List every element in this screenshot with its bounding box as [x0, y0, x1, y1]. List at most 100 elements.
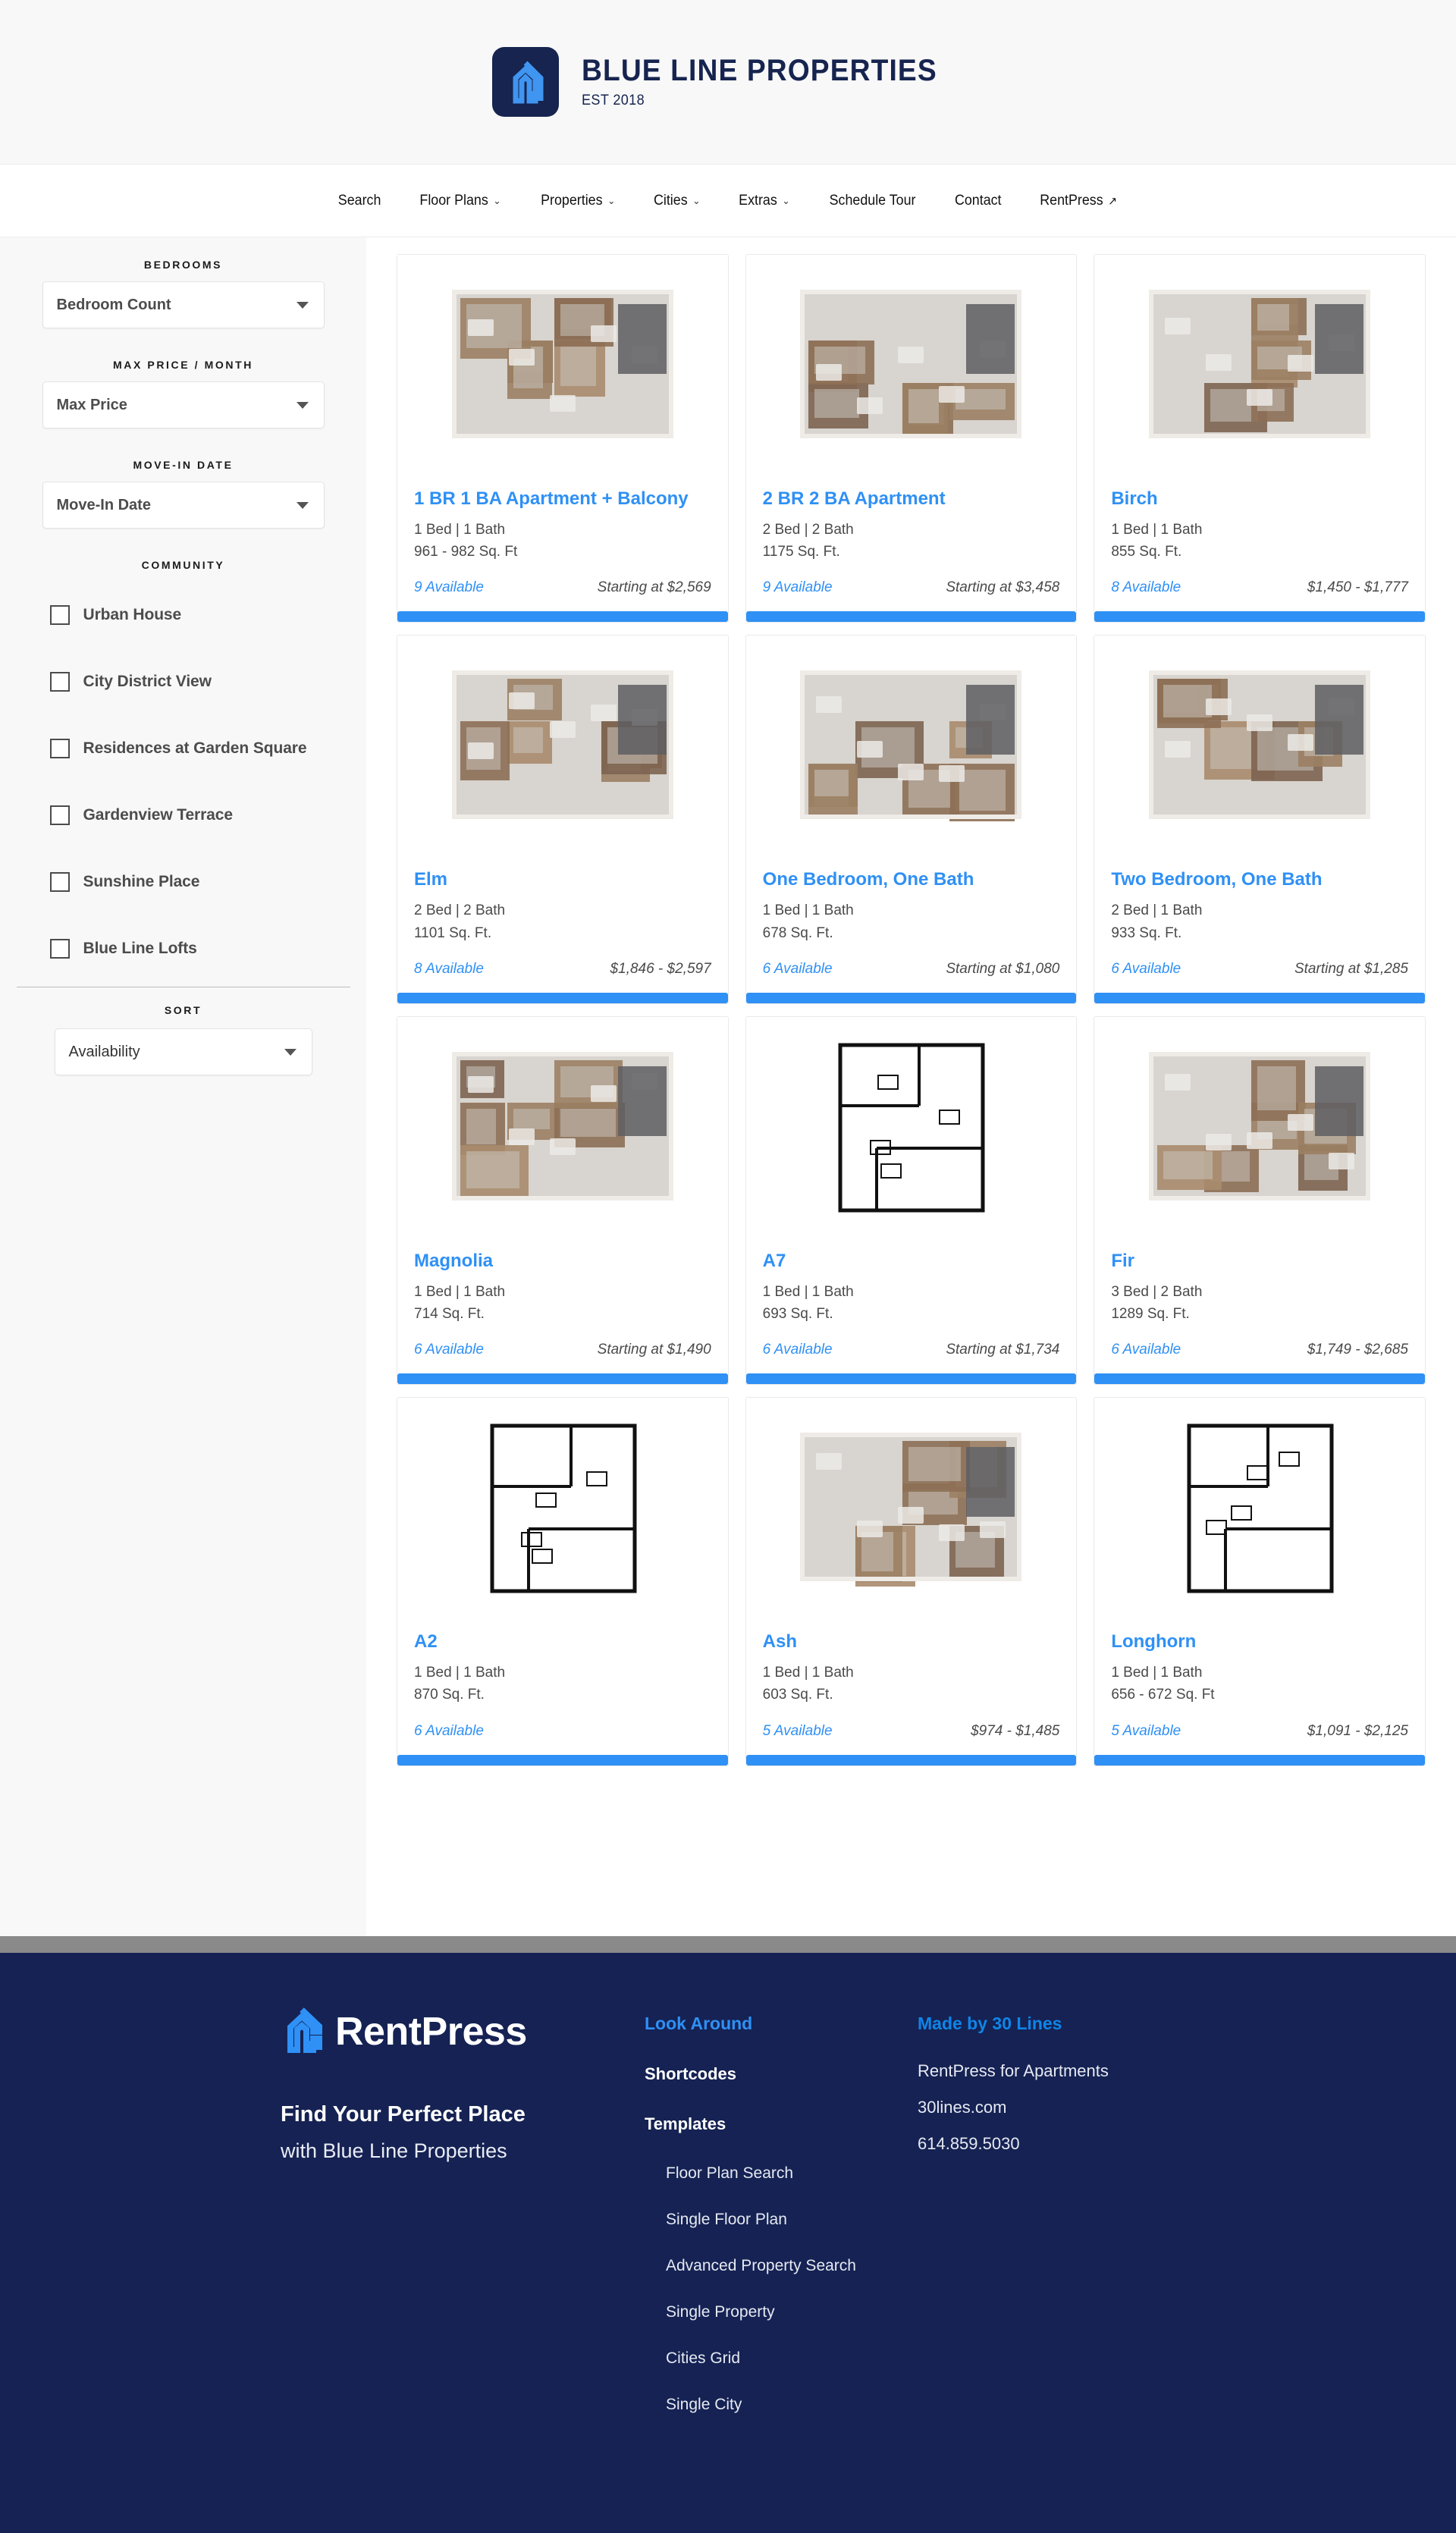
max-price-filter: Max Price [42, 381, 325, 428]
availability-badge[interactable]: 6 Available [763, 961, 833, 978]
nav-item-rentpress[interactable]: RentPress ↗ [1040, 193, 1117, 209]
checkbox-icon[interactable] [49, 805, 70, 825]
footer-template-link[interactable]: Advanced Property Search [645, 2257, 918, 2275]
floorplan-title-link[interactable]: 1 BR 1 BA Apartment + Balcony [414, 488, 711, 510]
floorplan-card-footer: 8 Available $1,450 - $1,777 [1094, 569, 1425, 611]
nav-item-properties[interactable]: Properties ⌄ [541, 193, 615, 209]
availability-badge[interactable]: 9 Available [414, 579, 484, 596]
footer-shortcodes-link[interactable]: Shortcodes [645, 2064, 918, 2084]
floorplan-card[interactable]: Magnolia 1 Bed | 1 Bath 714 Sq. Ft. 6 Avail… [397, 1015, 729, 1386]
floorplan-card[interactable]: Elm 2 Bed | 2 Bath 1101 Sq. Ft. 8 Available… [397, 635, 729, 1004]
floorplan-card[interactable]: 1 BR 1 BA Apartment + Balcony 1 Bed | 1 B… [397, 254, 729, 623]
community-checkbox-row[interactable]: Blue Line Lofts [42, 915, 325, 982]
nav-item-label: Schedule Tour [829, 192, 916, 209]
availability-badge[interactable]: 6 Available [414, 1723, 484, 1740]
floorplan-card[interactable]: Fir 3 Bed | 2 Bath 1289 Sq. Ft. 6 Available… [1094, 1015, 1426, 1386]
footer-templates-link[interactable]: Templates [645, 2114, 918, 2134]
floorplan-card-footer: 6 Available Starting at $1,285 [1094, 950, 1425, 993]
footer-brand-column: RentPress Find Your Perfect Place with B… [281, 2006, 645, 2442]
footer-template-link[interactable]: Single Floor Plan [645, 2211, 918, 2229]
floorplan-title-link[interactable]: Longhorn [1111, 1631, 1408, 1653]
floorplan-card-footer: 6 Available Starting at $1,490 [397, 1331, 728, 1373]
floorplan-card[interactable]: Two Bedroom, One Bath 2 Bed | 1 Bath 933 S… [1094, 635, 1426, 1004]
nav-item-schedule-tour[interactable]: Schedule Tour [829, 193, 915, 209]
community-label-text: City District View [83, 673, 212, 690]
footer-template-link[interactable]: Cities Grid [645, 2349, 918, 2368]
checkbox-icon[interactable] [49, 939, 70, 959]
nav-item-label: Floor Plans [419, 192, 488, 209]
floorplan-title-link[interactable]: Ash [763, 1631, 1060, 1653]
floorplan-card-body: 2 BR 2 BA Apartment 2 Bed | 2 Bath 1175 Sq… [746, 476, 1077, 569]
checkbox-icon[interactable] [49, 605, 70, 625]
rentpress-logo[interactable]: RentPress [281, 2006, 645, 2057]
availability-badge[interactable]: 8 Available [1111, 579, 1181, 596]
floorplan-title-link[interactable]: 2 BR 2 BA Apartment [763, 488, 1060, 510]
community-checkbox-row[interactable]: City District View [42, 648, 325, 715]
checkbox-icon[interactable] [49, 672, 70, 692]
availability-badge[interactable]: 5 Available [1111, 1723, 1181, 1740]
floorplan-title-link[interactable]: Magnolia [414, 1251, 711, 1272]
max-price-select[interactable]: Max Price [42, 381, 325, 428]
nav-item-contact[interactable]: Contact [955, 193, 1002, 209]
brand-subtitle: EST 2018 [581, 93, 645, 108]
community-checkbox-row[interactable]: Urban House [42, 582, 325, 648]
availability-badge[interactable]: 9 Available [763, 579, 833, 596]
floorplan-card[interactable]: Longhorn 1 Bed | 1 Bath 656 - 672 Sq. Ft 5 … [1094, 1397, 1426, 1766]
footer-look-around-column: Look Around Shortcodes Templates Floor P… [645, 2006, 918, 2442]
floorplan-square-feet: 693 Sq. Ft. [762, 1305, 833, 1322]
floorplan-square-feet: 603 Sq. Ft. [762, 1687, 833, 1703]
footer-template-link[interactable]: Single City [645, 2396, 918, 2414]
nav-item-floor-plans[interactable]: Floor Plans ⌄ [419, 193, 500, 209]
availability-badge[interactable]: 6 Available [1111, 1342, 1181, 1358]
availability-badge[interactable]: 6 Available [763, 1342, 833, 1358]
sort-select[interactable]: Availability [54, 1028, 312, 1075]
checkbox-icon[interactable] [49, 739, 70, 758]
floorplan-title-link[interactable]: Fir [1111, 1251, 1408, 1272]
floorplan-card[interactable]: 2 BR 2 BA Apartment 2 Bed | 2 Bath 1175 Sq… [745, 254, 1078, 623]
footer-template-link[interactable]: Single Property [645, 2303, 918, 2321]
floorplan-card[interactable]: One Bedroom, One Bath 1 Bed | 1 Bath 678 S… [745, 635, 1078, 1004]
floorplan-beds-baths: 2 Bed | 2 Bath [762, 521, 854, 538]
bedroom-count-select[interactable]: Bedroom Count [42, 281, 325, 328]
floorplan-card-footer: 5 Available $1,091 - $2,125 [1094, 1712, 1425, 1755]
community-label-text: Gardenview Terrace [83, 806, 234, 824]
floorplan-card-grid: 1 BR 1 BA Apartment + Balcony 1 Bed | 1 B… [397, 254, 1426, 1766]
footer-template-link[interactable]: Floor Plan Search [645, 2164, 918, 2183]
community-checkbox-row[interactable]: Sunshine Place [42, 849, 325, 915]
move-in-date-select[interactable]: Move-In Date [42, 482, 325, 529]
floorplan-3d-render-icon [397, 1016, 728, 1238]
floorplan-beds-baths: 2 Bed | 2 Bath [414, 902, 506, 919]
nav-item-cities[interactable]: Cities ⌄ [654, 193, 700, 209]
bedrooms-label: BEDROOMS [143, 259, 223, 271]
availability-badge[interactable]: 6 Available [1111, 961, 1181, 978]
availability-badge[interactable]: 8 Available [414, 961, 484, 978]
floorplan-3d-render-icon [1094, 1016, 1425, 1238]
community-checkbox-row[interactable]: Gardenview Terrace [42, 782, 325, 849]
floorplan-card[interactable]: Ash 1 Bed | 1 Bath 603 Sq. Ft. 5 Available $… [745, 1397, 1078, 1766]
community-checkbox-list: Urban House City District View Residences … [42, 582, 325, 982]
brand-logo-block[interactable]: BLUE LINE PROPERTIES EST 2018 [491, 47, 964, 117]
floorplan-title-link[interactable]: Two Bedroom, One Bath [1111, 869, 1408, 890]
checkbox-icon[interactable] [49, 872, 70, 892]
floorplan-price: Starting at $1,734 [946, 1342, 1060, 1358]
floorplan-title-link[interactable]: A2 [414, 1631, 711, 1653]
floorplan-title-link[interactable]: Birch [1111, 488, 1408, 510]
card-accent-bar [1094, 1373, 1425, 1385]
floorplan-beds-baths: 1 Bed | 1 Bath [762, 1665, 854, 1681]
community-checkbox-row[interactable]: Residences at Garden Square [42, 715, 325, 782]
floorplan-card[interactable]: A2 1 Bed | 1 Bath 870 Sq. Ft. 6 Available [397, 1397, 729, 1766]
floorplan-card[interactable]: A7 1 Bed | 1 Bath 693 Sq. Ft. 6 Available St… [745, 1015, 1078, 1386]
floorplan-title-link[interactable]: Elm [414, 869, 711, 890]
floorplan-title-link[interactable]: A7 [763, 1251, 1060, 1272]
availability-badge[interactable]: 6 Available [414, 1342, 484, 1358]
horizontal-scrollbar[interactable] [0, 1936, 1456, 1953]
availability-badge[interactable]: 5 Available [763, 1723, 833, 1740]
card-accent-bar [1094, 1754, 1425, 1766]
nav-list: Search Floor Plans ⌄ Properties ⌄ Cities ⌄ Extr… [337, 193, 1120, 209]
nav-item-extras[interactable]: Extras ⌄ [739, 193, 789, 209]
floorplan-3d-render-icon [745, 636, 1077, 858]
floorplan-line-drawing-icon [745, 1016, 1077, 1238]
nav-item-search[interactable]: Search [337, 193, 381, 209]
floorplan-card[interactable]: Birch 1 Bed | 1 Bath 855 Sq. Ft. 8 Availabl… [1094, 254, 1426, 623]
floorplan-title-link[interactable]: One Bedroom, One Bath [763, 869, 1060, 890]
